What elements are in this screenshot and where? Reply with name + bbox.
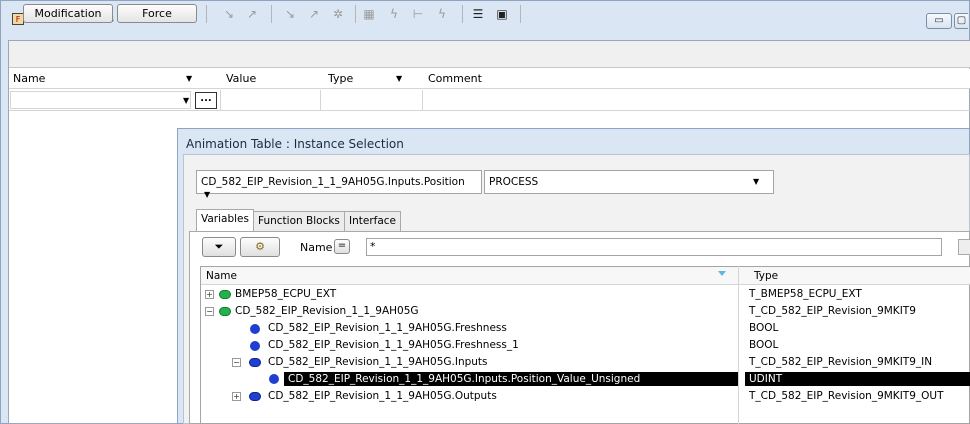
force-button[interactable]: Force [117,4,197,23]
gear-icon: ⚙ [255,240,265,253]
type-column-header[interactable]: Type [328,72,353,85]
chevron-down-icon[interactable]: ▼ [183,96,189,105]
collapse-icon[interactable]: − [232,358,241,367]
structure-icon [249,358,261,367]
maximize-button[interactable]: ▢ [954,13,968,29]
filter-button[interactable]: ⏷ [202,237,236,257]
tree-row-name[interactable]: CD_582_EIP_Revision_1_1_9AH05G.Inputs [268,356,488,369]
collapse-icon[interactable]: − [205,307,214,316]
lightning-bracket-icon[interactable]: ⊢ [410,6,426,22]
tree-type-header[interactable]: Type [754,270,778,282]
structure-icon [219,307,231,316]
lightning-arrow-icon[interactable]: ϟ [434,6,450,22]
tree-row-name[interactable]: BMEP58_ECPU_EXT [235,288,336,301]
tree-row-type-selected: UDINT [749,373,783,385]
toolbar-separator [355,5,356,23]
more-button[interactable] [958,239,970,255]
tree-row-type: T_CD_582_EIP_Revision_9MKIT9 [749,305,916,317]
tree-row-name[interactable]: CD_582_EIP_Revision_1_1_9AH05G.Outputs [268,390,497,403]
browse-button[interactable]: ... [195,92,217,109]
expand-icon[interactable]: + [232,392,241,401]
comment-column-header[interactable]: Comment [428,72,482,85]
tree-row-type: BOOL [749,322,779,334]
instance-combo[interactable]: PROCESS ▼ [484,170,774,194]
minimize-button[interactable]: ▭ [926,13,952,29]
tree-row-name-selected[interactable]: CD_582_EIP_Revision_1_1_9AH05G.Inputs.Po… [288,373,640,386]
settings-button[interactable]: ⚙ [240,237,280,257]
modification-button[interactable]: Modification [23,4,113,23]
toolbar-separator [206,5,207,23]
tree-row-type: T_BMEP58_ECPU_EXT [749,288,862,300]
path-value: CD_582_EIP_Revision_1_1_9AH05G.Inputs.Po… [201,176,465,188]
tree-header [201,267,970,285]
name-filter-label: Name [300,241,333,254]
structure-icon [219,290,231,299]
chevron-down-icon[interactable]: ▼ [396,74,402,83]
value-column-header[interactable]: Value [226,72,256,85]
variable-icon [250,324,260,334]
name-entry-cell[interactable] [10,91,191,109]
reset-icon[interactable]: ✲ [330,6,346,22]
name-column-header[interactable]: Name [13,72,45,85]
path-combo[interactable]: CD_582_EIP_Revision_1_1_9AH05G.Inputs.Po… [196,170,482,199]
sort-arrow-icon [718,271,726,276]
name-filter-input[interactable]: * [366,238,942,256]
funnel-icon: ⏷ [214,240,224,253]
lightning-icon[interactable]: ϟ [386,6,402,22]
expand-icon[interactable]: + [205,290,214,299]
tab-variables[interactable]: Variables [196,209,254,231]
tree-row-name[interactable]: CD_582_EIP_Revision_1_1_9AH05G.Freshness [268,322,507,335]
chevron-down-icon[interactable]: ▼ [204,190,210,199]
force-set-icon[interactable]: ↘ [221,6,237,22]
tree-row-name[interactable]: CD_582_EIP_Revision_1_1_9AH05G [235,305,419,318]
display-icon[interactable]: ☰ [470,6,486,22]
tree-row-type: T_CD_582_EIP_Revision_9MKIT9_IN [749,356,933,368]
toolbar-separator [462,5,463,23]
variable-icon [269,374,279,384]
tree-name-header[interactable]: Name [206,270,237,282]
table-header [9,69,970,89]
grid-line [220,90,221,110]
toolbar-separator [271,5,272,23]
tab-interface[interactable]: Interface [344,211,402,232]
format-icon[interactable]: ▣ [494,6,510,22]
animation-toolbar [9,41,970,68]
structure-icon [249,392,261,401]
chevron-down-icon[interactable]: ▼ [186,74,192,83]
column-divider [738,266,739,424]
instance-value: PROCESS [489,176,539,188]
variable-icon [250,341,260,351]
tab-function-blocks[interactable]: Function Blocks [253,211,345,232]
toolbar-separator [520,5,521,23]
tree-row-type: T_CD_582_EIP_Revision_9MKIT9_OUT [749,390,944,402]
grid-line [422,90,423,110]
force-reset-icon[interactable]: ↗ [244,6,260,22]
grid-line [320,90,321,110]
equals-button[interactable]: = [334,239,350,254]
tree-row-name[interactable]: CD_582_EIP_Revision_1_1_9AH05G.Freshness… [268,339,519,352]
chevron-down-icon[interactable]: ▼ [753,177,759,186]
table-icon[interactable]: ▦ [361,6,377,22]
set-icon[interactable]: ↗ [306,6,322,22]
tree-row-type: BOOL [749,339,779,351]
grid-line [9,110,970,111]
dialog-title: Animation Table : Instance Selection [186,137,404,151]
unforce-icon[interactable]: ↘ [282,6,298,22]
